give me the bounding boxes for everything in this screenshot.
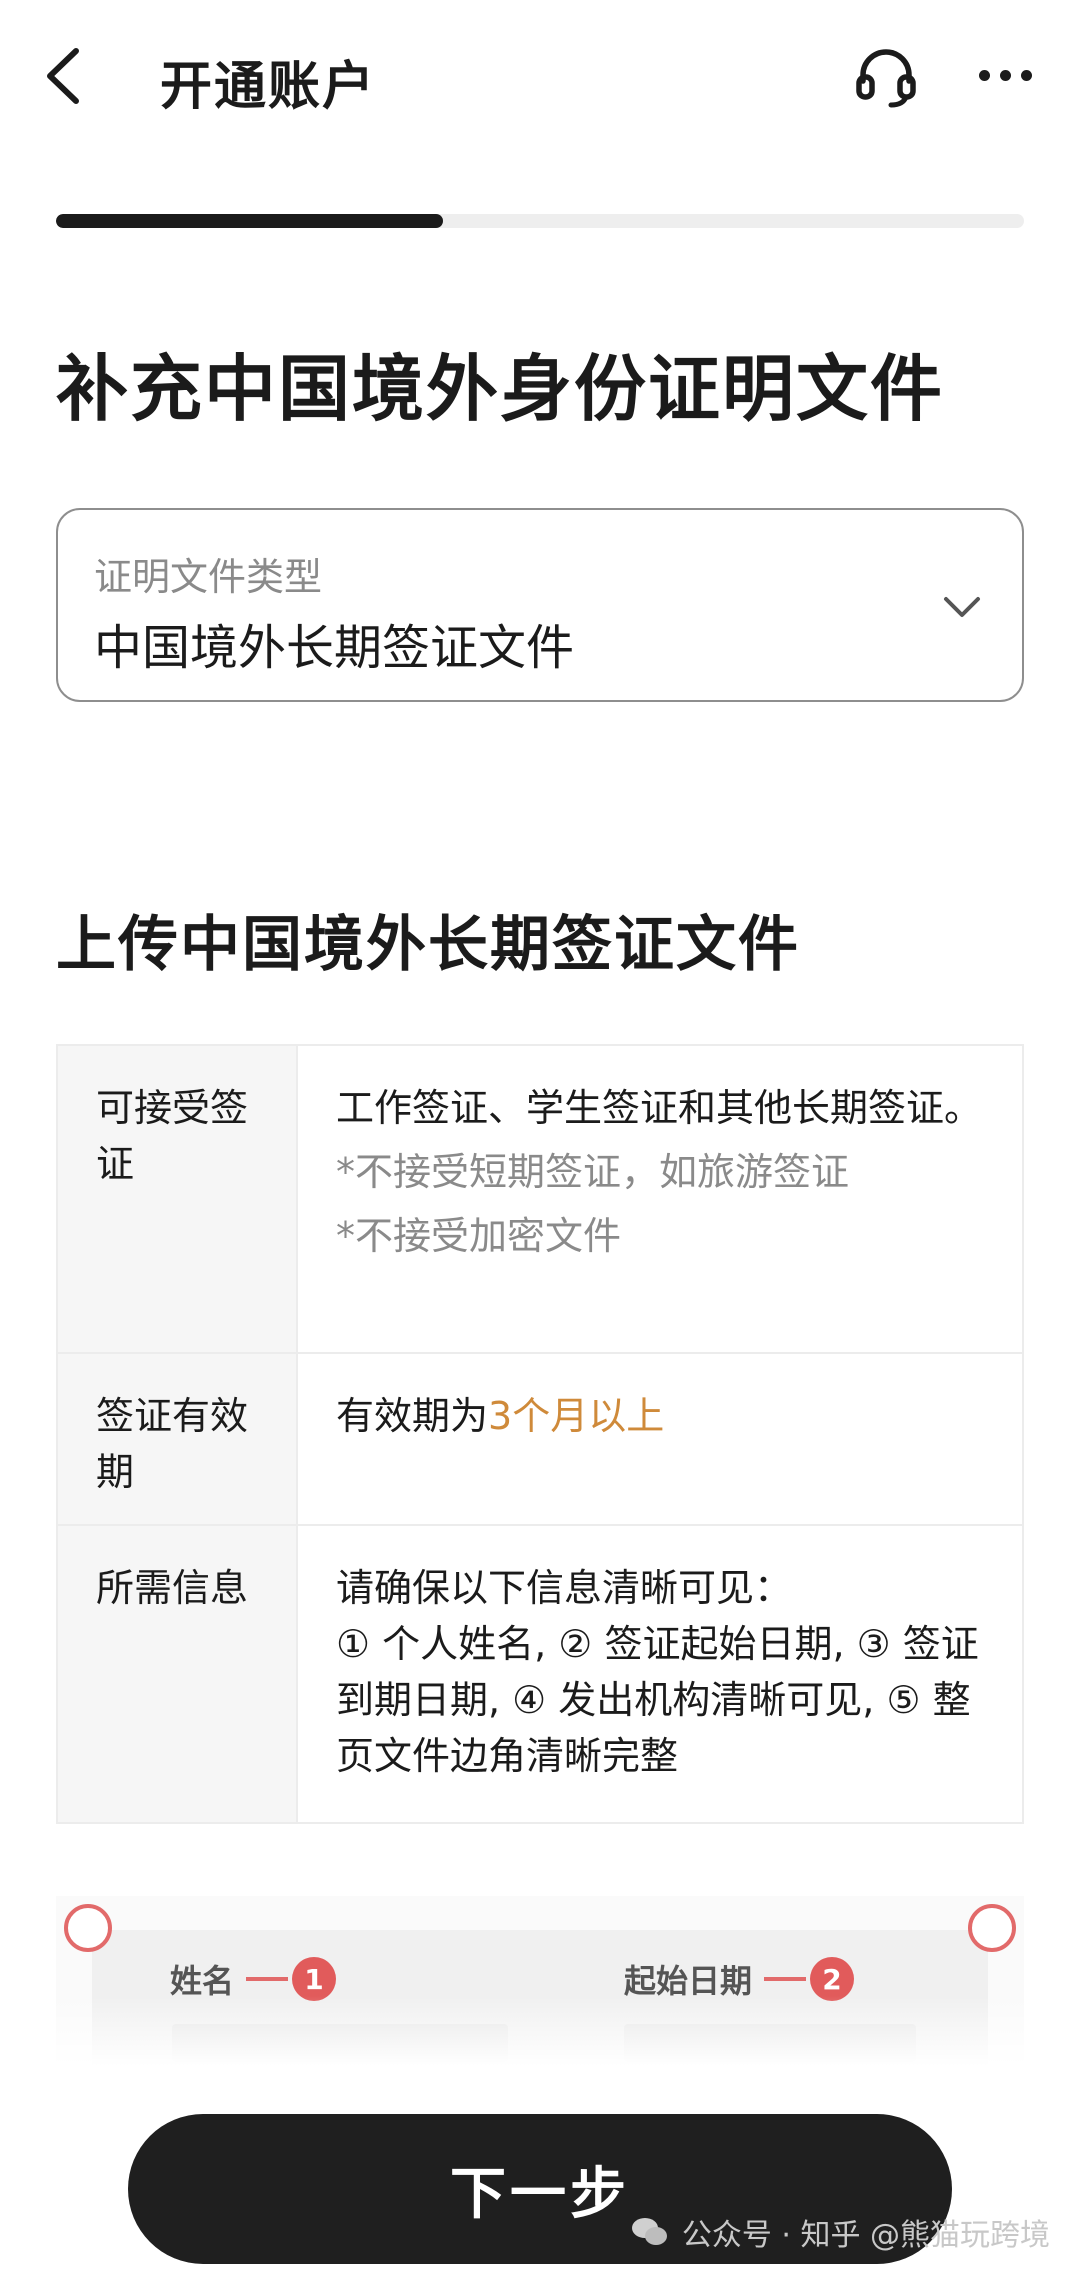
table-row-value: 工作签证、学生签证和其他长期签证。 *不接受短期签证，如旅游签证 *不接受加密文… xyxy=(298,1046,1022,1352)
table-row-value: 请确保以下信息清晰可见： ① 个人姓名, ② 签证起始日期, ③ 签证到期日期,… xyxy=(298,1526,1022,1822)
table-row: 所需信息 请确保以下信息清晰可见： ① 个人姓名, ② 签证起始日期, ③ 签证… xyxy=(58,1526,1022,1822)
customer-support-button[interactable] xyxy=(848,38,924,114)
more-horizontal-icon xyxy=(978,69,990,81)
table-row: 签证有效期 有效期为3个月以上 xyxy=(58,1354,1022,1526)
corner-marker xyxy=(968,1904,1016,1952)
field-pointer-line xyxy=(764,1977,807,1981)
table-row-key: 所需信息 xyxy=(58,1526,298,1822)
back-button[interactable] xyxy=(32,38,92,114)
validity-highlight: 3个月以上 xyxy=(488,1394,665,1438)
document-type-select[interactable]: 证明文件类型 中国境外长期签证文件 xyxy=(56,508,1024,702)
headset-icon xyxy=(856,49,916,108)
table-row-value: 有效期为3个月以上 xyxy=(298,1354,1022,1524)
upload-section-title: 上传中国境外长期签证文件 xyxy=(56,910,800,980)
more-options-button[interactable] xyxy=(970,40,1040,110)
more-dot xyxy=(999,69,1011,81)
wechat-icon xyxy=(631,2218,667,2245)
step-progress-fill xyxy=(56,214,444,228)
requirements-table: 可接受签证 工作签证、学生签证和其他长期签证。 *不接受短期签证，如旅游签证 *… xyxy=(56,1044,1024,1824)
preview-fade xyxy=(56,1996,1024,2066)
watermark: 公众号 · 知乎 @熊猫玩跨境 xyxy=(630,2210,1050,2254)
page-header-title: 开通账户 xyxy=(160,57,377,117)
accepted-visa-text: 工作签证、学生签证和其他长期签证。 xyxy=(336,1086,983,1130)
step-progress-bar xyxy=(56,214,1024,228)
table-row: 可接受签证 工作签证、学生签证和其他长期签证。 *不接受短期签证，如旅游签证 *… xyxy=(58,1046,1022,1354)
validity-prefix: 有效期为 xyxy=(336,1394,489,1438)
corner-marker xyxy=(64,1904,112,1952)
required-info-intro: 请确保以下信息清晰可见： xyxy=(336,1566,793,1610)
visa-note: *不接受加密文件 xyxy=(336,1214,622,1258)
page-title: 补充中国境外身份证明文件 xyxy=(56,347,945,431)
watermark-text: 公众号 · 知乎 @熊猫玩跨境 xyxy=(681,2218,1050,2253)
visa-note: *不接受短期签证，如旅游签证 xyxy=(336,1150,850,1194)
chevron-down-icon xyxy=(944,597,980,617)
more-dot xyxy=(1020,69,1032,81)
required-info-list: ① 个人姓名, ② 签证起始日期, ③ 签证到期日期, ④ 发出机构清晰可见, … xyxy=(336,1622,979,1778)
chevron-left-icon xyxy=(47,48,79,104)
table-row-key: 可接受签证 xyxy=(58,1046,298,1352)
document-type-label: 证明文件类型 xyxy=(94,555,323,599)
top-nav-bar: 开通账户 xyxy=(0,0,1080,150)
table-row-key: 签证有效期 xyxy=(58,1354,298,1524)
sample-document-preview: 姓名 1 起始日期 2 xyxy=(56,1896,1024,2066)
document-type-value: 中国境外长期签证文件 xyxy=(94,620,575,676)
field-number-badge: 2 xyxy=(810,1957,855,2001)
field-number-badge: 1 xyxy=(292,1957,337,2001)
field-pointer-line xyxy=(246,1977,289,1981)
